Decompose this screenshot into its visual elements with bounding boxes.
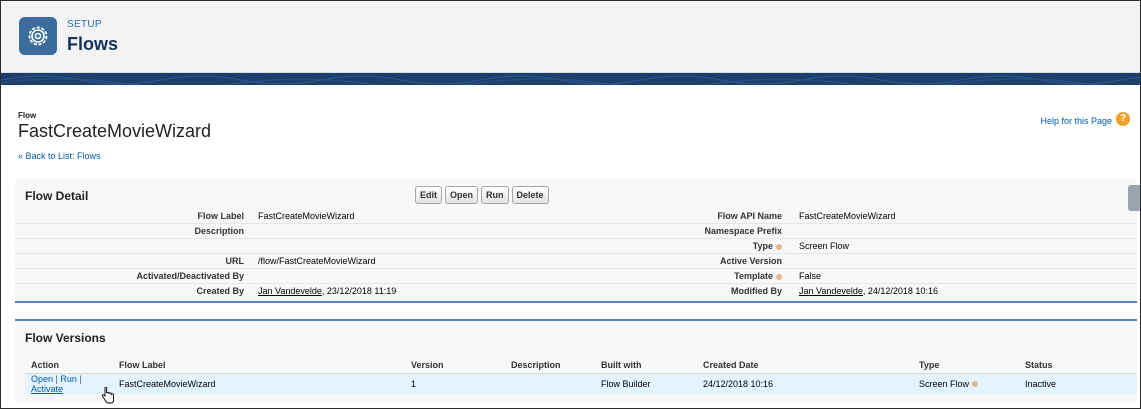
field-label: URL — [225, 256, 245, 266]
versions-table: Action Flow Label Version Description Bu… — [25, 357, 1137, 394]
detail-button-row: Edit Open Run Delete — [415, 186, 549, 204]
open-version-link[interactable]: Open — [31, 374, 53, 384]
type-cell: Screen Flow — [913, 373, 1019, 394]
field-label: Modified By — [731, 286, 782, 296]
field-label: Namespace Prefix — [704, 226, 782, 236]
field-value: Screen Flow — [799, 241, 850, 251]
column-header[interactable]: Description — [505, 357, 595, 374]
field-label: Flow Label — [197, 211, 244, 221]
versions-header-row: Action Flow Label Version Description Bu… — [25, 357, 1137, 374]
modified-by-user-link[interactable]: Jan Vandevelde — [799, 286, 863, 296]
help-link[interactable]: Help for this Page — [1040, 116, 1112, 126]
detail-row: Description Namespace Prefix — [15, 224, 1137, 239]
activate-version-link[interactable]: Activate — [31, 384, 63, 394]
setup-kicker: SETUP — [67, 19, 102, 30]
flow-versions-title: Flow Versions — [25, 331, 106, 345]
setup-header: SETUP Flows — [1, 1, 1140, 73]
type-label: Type — [752, 241, 773, 251]
field-value: False — [799, 271, 822, 281]
field-value: Jan Vandevelde, 24/12/2018 10:16 — [799, 286, 938, 296]
column-header[interactable]: Flow Label — [113, 357, 405, 374]
field-value: Jan Vandevelde, 23/12/2018 11:19 — [258, 286, 396, 296]
built-with-cell: Flow Builder — [595, 373, 697, 394]
field-label: Activated/Deactivated By — [136, 271, 244, 281]
flow-detail-title: Flow Detail — [25, 189, 89, 203]
version-cell: 1 — [405, 373, 505, 394]
edit-button[interactable]: Edit — [415, 186, 442, 204]
field-label: Flow API Name — [717, 211, 782, 221]
decorative-banner — [1, 73, 1140, 85]
back-to-list-link[interactable]: « Back to List: Flows — [18, 151, 101, 161]
run-button[interactable]: Run — [481, 186, 509, 204]
action-cell: Open | Run | Activate — [25, 373, 113, 394]
description-cell — [505, 373, 595, 394]
column-header[interactable]: Created Date — [697, 357, 913, 374]
detail-row: URL /flow/FastCreateMovieWizard Active V… — [15, 254, 1137, 269]
info-icon[interactable] — [776, 273, 782, 280]
setup-title: Flows — [67, 34, 119, 54]
detail-row: Activated/Deactivated By Template False — [15, 269, 1137, 284]
column-header[interactable]: Type — [913, 357, 1019, 374]
delete-button[interactable]: Delete — [511, 186, 549, 204]
sidebar-toggle-tab[interactable] — [1128, 185, 1140, 211]
separator: | — [79, 373, 82, 384]
open-button[interactable]: Open — [445, 186, 479, 204]
field-value: /flow/FastCreateMovieWizard — [258, 256, 376, 266]
hand-cursor-icon — [101, 386, 115, 409]
info-icon[interactable] — [776, 243, 782, 250]
page-kicker: Flow — [18, 111, 37, 120]
flow-label-cell: FastCreateMovieWizard — [113, 373, 405, 394]
gear-icon — [19, 17, 57, 55]
detail-field-table: Flow Label FastCreateMovieWizard Flow AP… — [15, 209, 1137, 299]
field-label: Created By — [196, 286, 244, 296]
column-header[interactable]: Built with — [595, 357, 697, 374]
created-date-cell: 24/12/2018 10:16 — [697, 373, 913, 394]
flow-versions-panel: Flow Versions Action Flow Label Version … — [15, 319, 1137, 401]
detail-row: Type Screen Flow — [15, 239, 1137, 254]
field-value: FastCreateMovieWizard — [799, 211, 896, 221]
column-header[interactable]: Version — [405, 357, 505, 374]
flow-detail-panel: Flow Detail Edit Open Run Delete Flow La… — [15, 179, 1137, 303]
detail-row: Created By Jan Vandevelde, 23/12/2018 11… — [15, 284, 1137, 299]
page-title: FastCreateMovieWizard — [18, 121, 212, 141]
field-label: Active Version — [719, 256, 782, 266]
status-cell: Inactive — [1019, 373, 1137, 394]
run-version-link[interactable]: Run — [60, 374, 77, 384]
table-row: Open | Run | Activate FastCreateMovieWiz… — [25, 373, 1137, 394]
help-icon[interactable]: ? — [1116, 112, 1130, 126]
created-date: , 23/12/2018 11:19 — [321, 286, 397, 296]
field-value: FastCreateMovieWizard — [258, 211, 355, 221]
column-header[interactable]: Action — [25, 357, 113, 374]
type-value: Screen Flow — [919, 378, 970, 389]
created-by-user-link[interactable]: Jan Vandevelde — [258, 286, 322, 296]
field-label: Description — [194, 226, 244, 236]
detail-row: Flow Label FastCreateMovieWizard Flow AP… — [15, 209, 1137, 224]
separator: | — [55, 373, 58, 384]
modified-date: , 24/12/2018 10:16 — [862, 286, 938, 296]
column-header[interactable]: Status — [1019, 357, 1137, 374]
field-label: Type — [575, 241, 782, 251]
info-icon[interactable] — [972, 381, 979, 388]
field-label: Template — [575, 271, 782, 281]
template-label: Template — [734, 271, 773, 281]
